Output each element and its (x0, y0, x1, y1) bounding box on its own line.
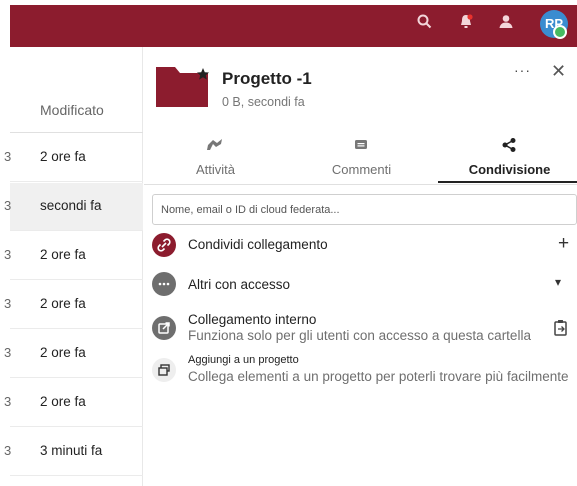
size-fragment: 3 (4, 296, 12, 311)
share-link-title: Condividi collegamento (188, 237, 328, 252)
activity-icon (207, 139, 222, 150)
top-header-bar (10, 5, 577, 47)
size-fragment: 3 (4, 247, 12, 262)
file-title: Progetto -1 (222, 69, 312, 88)
more-icon (158, 282, 170, 286)
copy-to-clipboard-icon[interactable] (553, 319, 569, 337)
modified-cell: 2 ore fa (40, 296, 86, 311)
modified-cell: 2 ore fa (40, 149, 86, 164)
tab-label: Attività (195, 162, 235, 177)
expand-others-button[interactable]: ▾ (555, 275, 561, 289)
details-sidebar: Progetto -1 0 B, secondi fa ··· ✕ Attivi… (144, 47, 577, 486)
notifications-icon[interactable] (457, 13, 475, 31)
table-row[interactable]: 3 2 ore fa (4, 281, 143, 329)
add-share-link-button[interactable]: + (558, 233, 569, 255)
size-fragment: 3 (4, 443, 12, 458)
project-avatar (152, 358, 176, 382)
search-icon[interactable] (416, 13, 434, 31)
modified-cell: 2 ore fa (40, 394, 86, 409)
internal-link-avatar (152, 316, 176, 340)
more-options-button[interactable]: ··· (514, 62, 531, 78)
tab-comments[interactable]: Commenti (290, 133, 433, 183)
comment-icon (355, 140, 367, 149)
project-icon (158, 364, 170, 376)
share-search-input[interactable] (152, 194, 577, 225)
tab-label: Condivisione (468, 162, 551, 177)
column-header-modified[interactable]: Modificato (40, 102, 104, 118)
share-link-entry[interactable]: Condividi collegamento + (152, 233, 577, 261)
tab-label: Commenti (331, 162, 392, 177)
internal-link-entry[interactable]: Collegamento interno Funziona solo per g… (152, 312, 577, 348)
close-button[interactable]: ✕ (551, 61, 566, 82)
online-status-indicator (553, 25, 567, 39)
others-avatar (152, 272, 176, 296)
size-fragment: 3 (4, 149, 12, 164)
contacts-icon[interactable] (497, 13, 515, 31)
modified-cell: 2 ore fa (40, 247, 86, 262)
file-list: Modificato 3 2 ore fa 3 secondi fa 3 2 o… (4, 47, 143, 486)
modified-cell: 3 minuti fa (40, 443, 103, 458)
table-row[interactable]: 3 2 ore fa (4, 134, 143, 182)
add-to-project-description: Collega elementi a un progetto per poter… (188, 369, 569, 384)
favorite-star-icon[interactable] (196, 67, 210, 81)
others-access-title: Altri con accesso (188, 277, 291, 292)
file-meta: 0 B, secondi fa (222, 95, 305, 109)
table-row[interactable]: 3 secondi fa (4, 183, 143, 231)
others-access-entry[interactable]: Altri con accesso ▾ (152, 272, 577, 300)
link-icon (157, 238, 171, 252)
size-fragment: 3 (4, 198, 12, 213)
modified-cell: 2 ore fa (40, 345, 86, 360)
size-fragment: 3 (4, 394, 12, 409)
modified-cell: secondi fa (40, 198, 102, 213)
table-row[interactable]: 3 2 ore fa (4, 232, 143, 280)
table-row[interactable]: 3 2 ore fa (4, 379, 143, 427)
link-avatar (152, 233, 176, 257)
table-row[interactable]: 3 2 ore fa (4, 330, 143, 378)
internal-link-title: Collegamento interno (188, 312, 317, 327)
share-icon (502, 138, 516, 152)
tab-sharing[interactable]: Condivisione (438, 133, 577, 183)
size-fragment: 3 (4, 345, 12, 360)
internal-link-description: Funziona solo per gli utenti con accesso… (188, 328, 531, 343)
table-row[interactable]: 3 3 minuti fa (4, 428, 143, 476)
add-to-project-entry[interactable]: Aggiungi a un progetto Collega elementi … (152, 354, 577, 388)
external-link-icon (158, 322, 170, 334)
add-to-project-title: Aggiungi a un progetto (188, 354, 299, 366)
header-divider (10, 132, 143, 133)
tabs-divider (144, 184, 577, 185)
tab-activity[interactable]: Attività (144, 133, 287, 183)
